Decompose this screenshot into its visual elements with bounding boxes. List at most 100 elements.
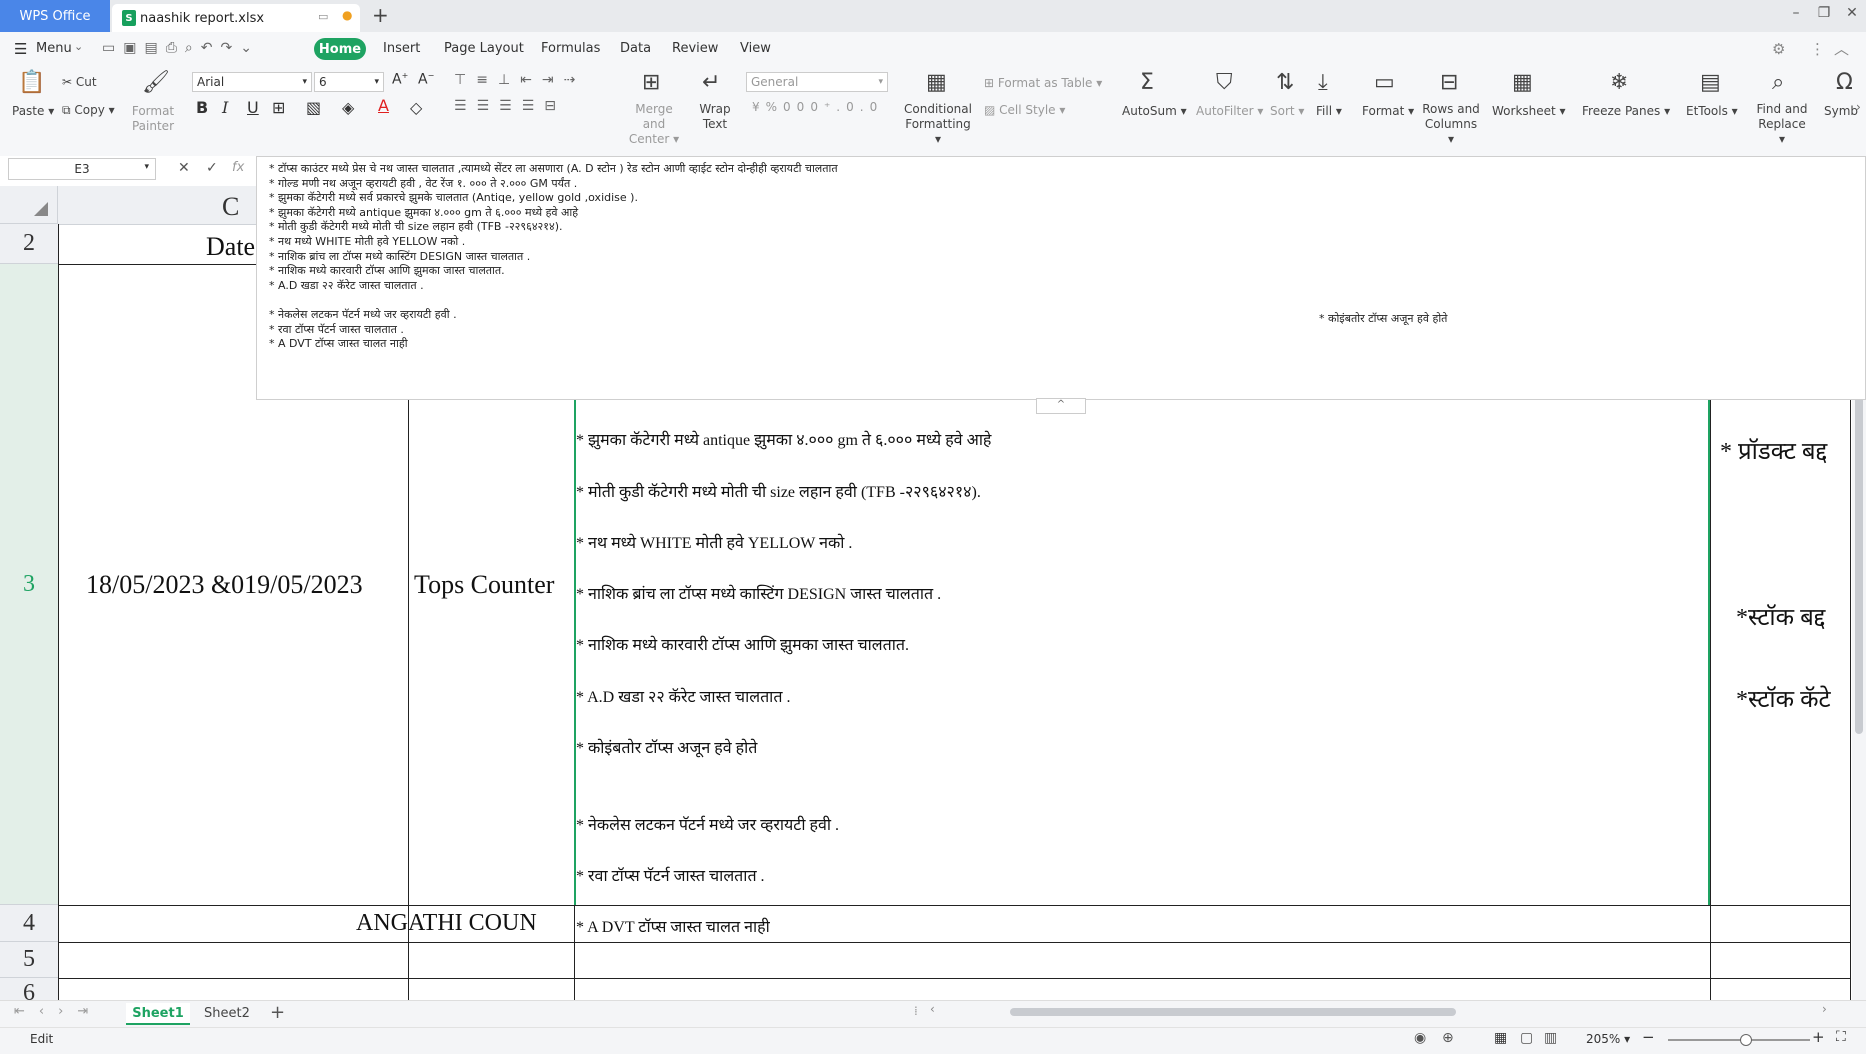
column-header-c[interactable]: C	[222, 192, 239, 222]
quick-access-toolbar[interactable]: ▭▣▤⎙⌕↶↷⌄	[102, 40, 260, 56]
format-painter-icon[interactable]: 🖌	[142, 70, 170, 95]
name-box[interactable]: E3 ▾	[8, 158, 156, 180]
align-bottom-icon[interactable]: ⊥	[498, 72, 520, 88]
tab-home[interactable]: Home	[314, 38, 366, 60]
align-center-icon[interactable]: ☰	[477, 98, 500, 114]
customize-icon[interactable]: ⌄	[240, 40, 260, 56]
chevron-down-icon[interactable]: ⌄	[74, 40, 83, 53]
cell-c3-date[interactable]: 18/05/2023 &019/05/2023	[86, 570, 363, 600]
fill-color-icon[interactable]: ◈	[342, 98, 354, 117]
worksheet-button[interactable]: Worksheet ▾	[1492, 104, 1566, 119]
font-name-select[interactable]: Arial ▾	[192, 72, 312, 92]
cancel-formula-icon[interactable]: ✕	[178, 160, 190, 176]
currency-icon[interactable]: ¥	[752, 100, 766, 114]
decimal-decrease-icon[interactable]: .0	[860, 100, 883, 114]
fill-button[interactable]: Fill ▾	[1316, 104, 1342, 119]
format-as-table-button[interactable]: ⊞ Format as Table ▾	[984, 76, 1102, 91]
sort-icon[interactable]: ⇅	[1276, 70, 1294, 95]
zoom-in-button[interactable]: +	[1812, 1028, 1825, 1046]
distributed-icon[interactable]: ⊟	[544, 98, 566, 114]
file-tab[interactable]: S naashik report.xlsx ▭ ●	[112, 4, 360, 32]
menu-button[interactable]: Menu	[36, 41, 72, 56]
confirm-formula-icon[interactable]: ✓	[206, 160, 218, 176]
print-icon[interactable]: ⎙	[166, 40, 185, 56]
zoom-slider[interactable]	[1668, 1034, 1810, 1046]
cell-style-button[interactable]: ▨ Cell Style ▾	[984, 103, 1065, 118]
merge-center-button[interactable]: Merge and Center ▾	[624, 102, 684, 147]
autosum-icon[interactable]: Σ	[1140, 70, 1154, 95]
last-sheet-icon[interactable]: ⇥	[77, 1004, 102, 1019]
row-header-6[interactable]: 6	[0, 978, 58, 1000]
scroll-right-icon[interactable]: ›	[1822, 1002, 1827, 1016]
merge-center-icon[interactable]: ⊞	[642, 70, 660, 95]
open-icon[interactable]: ▭	[102, 40, 123, 56]
page-break-view-icon[interactable]: ▥	[1544, 1030, 1557, 1046]
alignment-row-bottom[interactable]: ☰☰☰☰⊟	[454, 98, 566, 114]
collapse-ribbon-icon[interactable]: ︿	[1834, 38, 1849, 59]
cell-fill-icon[interactable]: ▧	[306, 98, 321, 117]
etools-icon[interactable]: ▤	[1700, 70, 1721, 95]
fullscreen-icon[interactable]: ⛶	[1836, 1029, 1846, 1045]
zoom-level[interactable]: 205% ▾	[1586, 1032, 1630, 1046]
autofilter-button[interactable]: AutoFilter ▾	[1196, 104, 1263, 119]
next-sheet-icon[interactable]: ›	[58, 1004, 77, 1019]
save-icon[interactable]: ▣	[123, 40, 144, 56]
symbol-icon[interactable]: Ω	[1836, 70, 1853, 95]
split-handle-icon[interactable]: ⁞	[914, 1004, 918, 1018]
more-icon[interactable]: ⋮	[1810, 40, 1825, 58]
indent-increase-icon[interactable]: ⇥	[542, 72, 564, 88]
format-button[interactable]: Format ▾	[1362, 104, 1414, 119]
fill-icon[interactable]: ⤓	[1318, 70, 1328, 95]
sheet-tab-sheet2[interactable]: Sheet2	[204, 1006, 250, 1021]
restore-icon[interactable]: ❐	[1814, 5, 1834, 25]
collapse-formula-button[interactable]: ^	[1036, 398, 1086, 414]
cell-c4-container[interactable]: ANGATHI COUN	[59, 906, 574, 941]
undo-icon[interactable]: ↶	[201, 40, 221, 56]
indent-decrease-icon[interactable]: ⇤	[520, 72, 542, 88]
wps-office-tab[interactable]: WPS Office	[0, 0, 110, 32]
cell-d3-counter[interactable]: Tops Counter	[414, 570, 554, 600]
new-tab-button[interactable]: +	[372, 3, 389, 27]
horizontal-scroll-thumb[interactable]	[1010, 1008, 1456, 1016]
clear-icon[interactable]: ◇	[410, 98, 422, 117]
cell-c2-date-header[interactable]: Date	[206, 232, 255, 262]
format-painter-button[interactable]: Format Painter	[130, 104, 176, 134]
redo-icon[interactable]: ↷	[220, 40, 240, 56]
tab-page-layout[interactable]: Page Layout	[444, 41, 524, 56]
select-all-corner[interactable]	[0, 186, 58, 224]
tab-review[interactable]: Review	[672, 41, 718, 56]
wrap-text-icon[interactable]: ↵	[702, 70, 720, 95]
print-preview-icon[interactable]: ⌕	[185, 40, 201, 56]
settings-icon[interactable]: ⚙	[1772, 40, 1785, 58]
ribbon-scroll-right-icon[interactable]: ›	[1856, 100, 1861, 114]
freeze-panes-button[interactable]: Freeze Panes ▾	[1582, 104, 1670, 119]
tab-formulas[interactable]: Formulas	[541, 41, 600, 56]
tab-view[interactable]: View	[740, 41, 771, 56]
row-header-4[interactable]: 4	[0, 905, 58, 942]
unsaved-dot-icon[interactable]: ●	[342, 8, 352, 22]
number-format-tools[interactable]: ¥%000⁺.0.0	[752, 100, 883, 114]
align-right-icon[interactable]: ☰	[499, 98, 522, 114]
filter-icon[interactable]: ⛉	[1216, 70, 1233, 95]
align-middle-icon[interactable]: ≡	[476, 72, 498, 88]
first-sheet-icon[interactable]: ⇤	[14, 1004, 39, 1019]
conditional-formatting-button[interactable]: Conditional Formatting ▾	[902, 102, 974, 147]
text-direction-icon[interactable]: ⇢	[564, 72, 586, 88]
scroll-left-icon[interactable]: ‹	[930, 1002, 935, 1016]
format-icon[interactable]: ▭	[1374, 70, 1395, 95]
worksheet-icon[interactable]: ▦	[1512, 70, 1533, 95]
zoom-out-button[interactable]: −	[1642, 1028, 1655, 1046]
symbol-button[interactable]: Symb	[1824, 104, 1858, 119]
freeze-panes-icon[interactable]: ❄	[1610, 70, 1628, 95]
minimize-icon[interactable]: –	[1786, 5, 1806, 25]
normal-view-icon[interactable]: ▦	[1494, 1030, 1507, 1046]
sort-button[interactable]: Sort ▾	[1270, 104, 1304, 119]
decrease-font-icon[interactable]: A−	[418, 71, 434, 88]
rows-columns-icon[interactable]: ⊟	[1440, 70, 1458, 95]
find-replace-button[interactable]: Find and Replace ▾	[1756, 102, 1808, 147]
align-left-icon[interactable]: ☰	[454, 98, 477, 114]
align-top-icon[interactable]: ⊤	[454, 72, 476, 88]
copy-button[interactable]: ⧉ Copy ▾	[62, 103, 115, 118]
hamburger-icon[interactable]: ☰	[14, 40, 27, 58]
wrap-text-button[interactable]: Wrap Text	[698, 102, 732, 132]
